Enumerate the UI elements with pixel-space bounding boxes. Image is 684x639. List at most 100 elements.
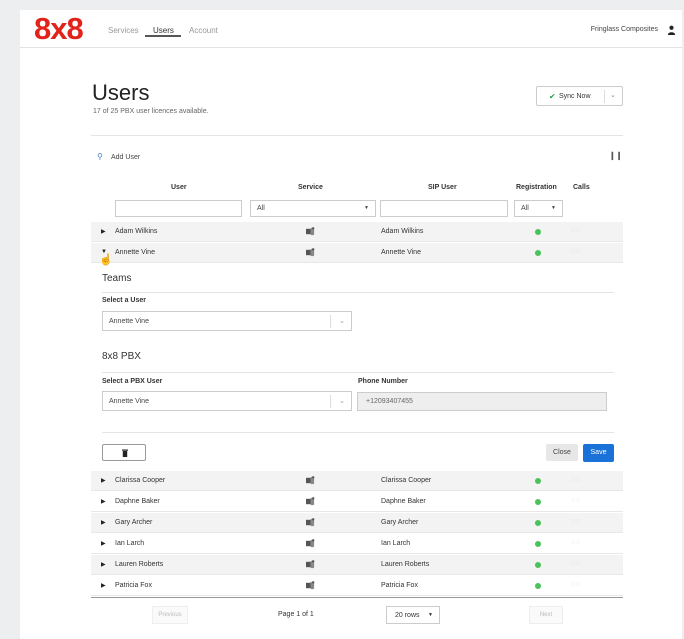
expand-arrow-icon[interactable]: ▶	[101, 498, 106, 505]
sip-user-name: Clarissa Cooper	[381, 477, 432, 484]
sync-now-button[interactable]: ✔ Sync Now ⌄	[536, 86, 623, 106]
column-header-service[interactable]: Service	[298, 184, 323, 191]
select-user-label: Select a User	[102, 297, 146, 304]
table-row[interactable]: ▶ Adam Wilkins Adam Wilkins ◌◌	[91, 222, 623, 242]
sip-user-name: Patricia Fox	[381, 582, 418, 589]
licence-count: 17 of 25 PBX user licences available.	[93, 108, 209, 115]
calls-status-icon: ◌◌	[571, 227, 582, 234]
nav-tab-account[interactable]: Account	[189, 26, 218, 35]
user-name: Patricia Fox	[115, 582, 152, 589]
sip-user-filter-input[interactable]	[380, 200, 508, 217]
expand-arrow-icon[interactable]: ▶	[101, 540, 106, 547]
column-header-registration[interactable]: Registration	[516, 184, 557, 191]
user-name: Lauren Roberts	[115, 561, 164, 568]
divider	[102, 292, 614, 293]
rows-per-page-select[interactable]: 20 rows ▼	[386, 606, 440, 624]
pbx-section-title: 8x8 PBX	[102, 351, 141, 362]
teams-service-icon	[306, 476, 315, 485]
sync-now-label: Sync Now	[559, 93, 591, 100]
divider	[91, 135, 623, 136]
registration-filter-select[interactable]: All ▼	[514, 200, 563, 217]
sip-user-name: Adam Wilkins	[381, 228, 424, 235]
user-name: Daphne Baker	[115, 498, 160, 505]
nav-tab-services[interactable]: Services	[108, 26, 139, 35]
user-name: Ian Larch	[115, 540, 145, 547]
divider	[330, 315, 331, 328]
select-pbx-user-dropdown[interactable]: Annette Vine ⌄	[102, 391, 352, 411]
teams-service-icon	[306, 497, 315, 506]
user-name: Gary Archer	[115, 519, 153, 526]
column-header-sip-user[interactable]: SIP User	[428, 184, 457, 191]
sip-user-name: Annette Vine	[381, 249, 421, 256]
table-row[interactable]: ▶ Patricia Fox Patricia Fox ◌◌	[91, 576, 623, 596]
phone-number-field[interactable]: +12093407455	[357, 392, 607, 411]
registration-status-dot	[535, 541, 541, 547]
checkmark-icon: ✔	[549, 92, 556, 101]
close-button[interactable]: Close	[546, 444, 578, 461]
calls-status-icon: ◌◌	[571, 560, 582, 567]
chevron-down-icon: ⌄	[339, 318, 345, 325]
column-header-calls[interactable]: Calls	[573, 184, 590, 191]
expand-arrow-icon[interactable]: ▶	[101, 228, 106, 235]
filter-value: All	[521, 205, 529, 212]
expand-arrow-icon[interactable]: ▶	[101, 519, 106, 526]
table-row[interactable]: ▶ Ian Larch Ian Larch ◌◌	[91, 534, 623, 554]
person-icon[interactable]	[667, 25, 676, 35]
brand-logo[interactable]: 8x8	[34, 12, 84, 46]
columns-icon[interactable]: ❙❙	[609, 151, 622, 160]
add-user-label: Add User	[111, 154, 141, 161]
sip-user-name: Daphne Baker	[381, 498, 426, 505]
registration-status-dot	[535, 520, 541, 526]
expand-arrow-icon[interactable]: ▶	[101, 582, 106, 589]
nav-tab-users[interactable]: Users	[153, 26, 174, 35]
calls-status-icon: ◌◌	[571, 539, 582, 546]
calls-status-icon: ◌◌	[571, 497, 582, 504]
page-title: Users	[92, 80, 150, 105]
save-button[interactable]: Save	[583, 444, 614, 462]
chevron-down-icon[interactable]: ⌄	[610, 91, 616, 99]
sip-user-name: Ian Larch	[381, 540, 411, 547]
calls-status-icon: ◌◌	[571, 248, 582, 255]
teams-service-icon	[306, 560, 315, 569]
table-row[interactable]: ▶ Lauren Roberts Lauren Roberts ◌◌	[91, 555, 623, 575]
registration-status-dot	[535, 562, 541, 568]
teams-service-icon	[306, 581, 315, 590]
delete-button[interactable]	[102, 444, 146, 461]
next-page-button[interactable]: Next	[529, 606, 563, 624]
select-user-dropdown[interactable]: Annette Vine ⌄	[102, 311, 352, 331]
expand-arrow-icon[interactable]: ▶	[101, 561, 106, 568]
teams-service-icon	[306, 248, 315, 257]
user-name: Annette Vine	[115, 249, 155, 256]
service-filter-select[interactable]: All ▼	[250, 200, 376, 217]
hand-cursor-icon: ☝	[99, 254, 113, 266]
previous-page-button[interactable]: Previous	[152, 606, 188, 624]
select-value: Annette Vine	[109, 398, 149, 405]
table-row[interactable]: ▼ Annette Vine Annette Vine ◌◌	[91, 243, 623, 263]
table-bottom-border	[91, 597, 623, 598]
caret-down-icon: ▼	[551, 205, 556, 211]
rows-value: 20 rows	[395, 612, 420, 619]
top-navigation-bar: 8x8 Services Users Account Fringlass Com…	[20, 10, 682, 48]
person-add-icon: ⚲	[97, 152, 103, 161]
registration-status-dot	[535, 229, 541, 235]
expand-arrow-icon[interactable]: ▶	[101, 477, 106, 484]
calls-status-icon: ◌◌	[571, 518, 582, 525]
table-row[interactable]: ▶ Clarissa Cooper Clarissa Cooper ◌◌	[91, 471, 623, 491]
sip-user-name: Gary Archer	[381, 519, 419, 526]
page-indicator: Page 1 of 1	[278, 611, 314, 618]
table-row[interactable]: ▶ Daphne Baker Daphne Baker ◌◌	[91, 492, 623, 512]
registration-status-dot	[535, 478, 541, 484]
active-tab-indicator	[145, 35, 181, 37]
user-filter-input[interactable]	[115, 200, 242, 217]
divider	[102, 432, 614, 433]
select-pbx-user-label: Select a PBX User	[102, 378, 163, 385]
add-user-button[interactable]: ⚲ Add User	[97, 152, 140, 161]
user-name: Adam Wilkins	[115, 228, 158, 235]
table-row[interactable]: ▶ Gary Archer Gary Archer ◌◌	[91, 513, 623, 533]
column-header-user[interactable]: User	[171, 184, 187, 191]
caret-down-icon: ▼	[364, 205, 369, 211]
calls-status-icon: ◌◌	[571, 581, 582, 588]
sip-user-name: Lauren Roberts	[381, 561, 430, 568]
teams-section-title: Teams	[102, 273, 132, 284]
divider	[330, 395, 331, 408]
